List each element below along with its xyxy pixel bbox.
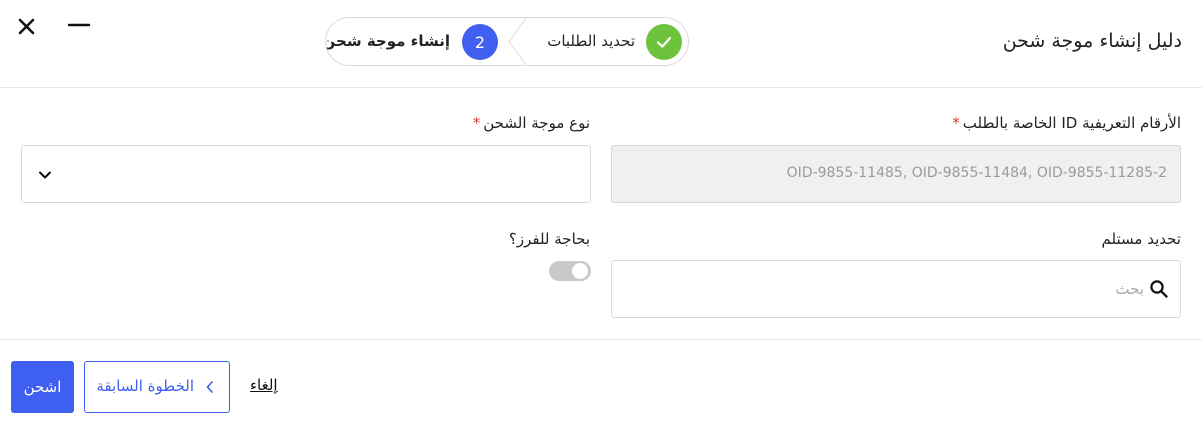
wave-type-select[interactable] xyxy=(21,145,591,203)
dialog-title: دليل إنشاء موجة شحن xyxy=(1002,30,1182,52)
cancel-link[interactable]: إلغاء xyxy=(250,376,278,394)
order-ids-value: OID-9855-11485, OID-9855-11484, OID-9855… xyxy=(786,165,1167,181)
required-mark: * xyxy=(952,114,960,132)
required-mark: * xyxy=(472,114,481,132)
sorting-label: بحاجة للفرز؟ xyxy=(508,230,590,248)
wave-type-label-text: نوع موجة الشحن xyxy=(483,114,590,132)
sorting-toggle[interactable] xyxy=(549,261,591,281)
shipping-wave-dialog: تحديد الطلبات 2 إنشاء موجة شحن دليل إنشا… xyxy=(0,0,1202,424)
step-label-select-orders: تحديد الطلبات xyxy=(547,32,635,50)
previous-step-button[interactable]: الخطوة السابقة xyxy=(84,361,230,413)
check-icon xyxy=(656,36,672,48)
ship-button[interactable]: اشحن xyxy=(11,361,74,413)
chevron-down-icon xyxy=(39,171,51,179)
order-ids-label: الأرقام التعريفية ID الخاصة بالطلب* xyxy=(952,114,1181,132)
footer-divider xyxy=(0,339,1202,340)
chevron-left-icon xyxy=(206,381,213,393)
wizard-stepper: تحديد الطلبات 2 إنشاء موجة شحن xyxy=(325,17,689,66)
order-ids-field: OID-9855-11485, OID-9855-11484, OID-9855… xyxy=(611,145,1181,203)
step-number-badge: 2 xyxy=(462,24,498,60)
step-label-create-wave: إنشاء موجة شحن xyxy=(325,32,450,50)
step-completed-badge xyxy=(646,24,682,60)
close-icon[interactable] xyxy=(15,15,39,39)
search-icon xyxy=(1150,280,1168,298)
step-divider xyxy=(508,18,527,65)
wave-type-label: نوع موجة الشحن* xyxy=(473,114,590,132)
recipient-search-input[interactable] xyxy=(644,271,1144,307)
order-ids-label-text: الأرقام التعريفية ID الخاصة بالطلب xyxy=(962,114,1181,132)
dialog-header: تحديد الطلبات 2 إنشاء موجة شحن دليل إنشا… xyxy=(0,0,1202,88)
minimize-icon[interactable] xyxy=(66,15,92,37)
previous-step-label: الخطوة السابقة xyxy=(96,377,194,395)
recipient-label: تحديد مستلم xyxy=(1101,230,1181,248)
toggle-knob xyxy=(572,263,588,279)
recipient-search-box xyxy=(611,260,1181,318)
